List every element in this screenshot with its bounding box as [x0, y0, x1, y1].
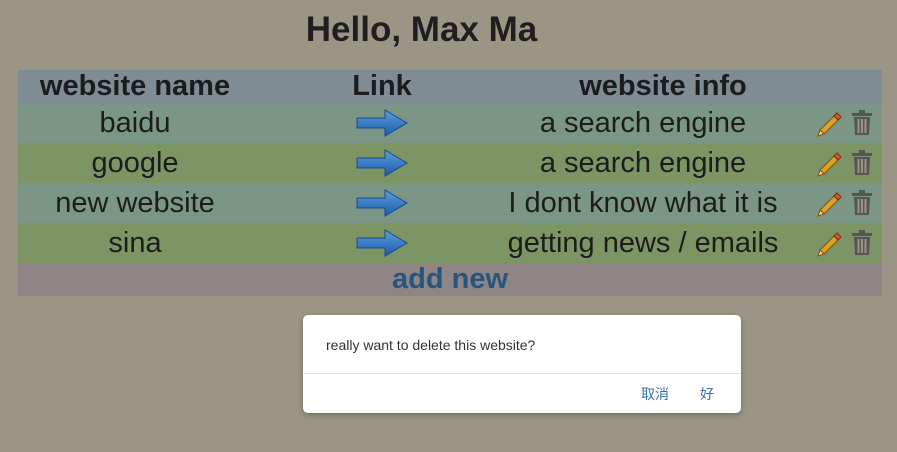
pencil-icon[interactable]: [815, 189, 843, 217]
website-link[interactable]: [318, 223, 446, 263]
website-info: a search engine: [539, 106, 747, 139]
add-new-link[interactable]: add new: [18, 263, 882, 296]
header-website-name: website name: [39, 70, 231, 102]
trash-icon[interactable]: [851, 110, 873, 136]
trash-icon[interactable]: [851, 230, 873, 256]
website-info: a search engine: [539, 146, 747, 179]
table-row: new website I dont know what it is: [18, 183, 882, 223]
website-link[interactable]: [318, 183, 446, 223]
table-row: baidu a search engine: [18, 103, 882, 143]
website-link[interactable]: [318, 143, 446, 183]
arrow-right-icon[interactable]: [355, 227, 409, 259]
pencil-icon[interactable]: [815, 229, 843, 257]
arrow-right-icon[interactable]: [355, 147, 409, 179]
header-link: Link: [352, 70, 412, 102]
website-info: getting news / emails: [507, 226, 779, 259]
pencil-icon[interactable]: [815, 109, 843, 137]
trash-icon[interactable]: [851, 190, 873, 216]
website-name: sina: [108, 226, 162, 259]
website-link[interactable]: [318, 103, 446, 143]
arrow-right-icon[interactable]: [355, 107, 409, 139]
header-website-info: website info: [579, 70, 747, 102]
website-name: new website: [55, 186, 215, 219]
table-header-row: website name Link website info: [18, 70, 882, 103]
websites-table: website name Link website info baidu a s…: [18, 70, 882, 296]
website-info: I dont know what it is: [508, 186, 778, 219]
row-actions: [815, 183, 879, 223]
ok-button[interactable]: 好: [700, 384, 714, 404]
dialog-divider: [303, 373, 741, 374]
add-row: add new: [18, 263, 882, 296]
cancel-button[interactable]: 取消: [641, 384, 669, 404]
website-name: baidu: [99, 106, 171, 139]
table-row: sina getting news / emails: [18, 223, 882, 263]
page-title: Hello, Max Ma: [305, 10, 538, 49]
row-actions: [815, 143, 879, 183]
row-actions: [815, 223, 879, 263]
dialog-message: really want to delete this website?: [326, 337, 536, 353]
trash-icon[interactable]: [851, 150, 873, 176]
table-row: google a search engine: [18, 143, 882, 183]
row-actions: [815, 103, 879, 143]
arrow-right-icon[interactable]: [355, 187, 409, 219]
confirm-dialog: really want to delete this website? 取消 好: [303, 315, 741, 413]
website-name: google: [91, 146, 179, 179]
pencil-icon[interactable]: [815, 149, 843, 177]
